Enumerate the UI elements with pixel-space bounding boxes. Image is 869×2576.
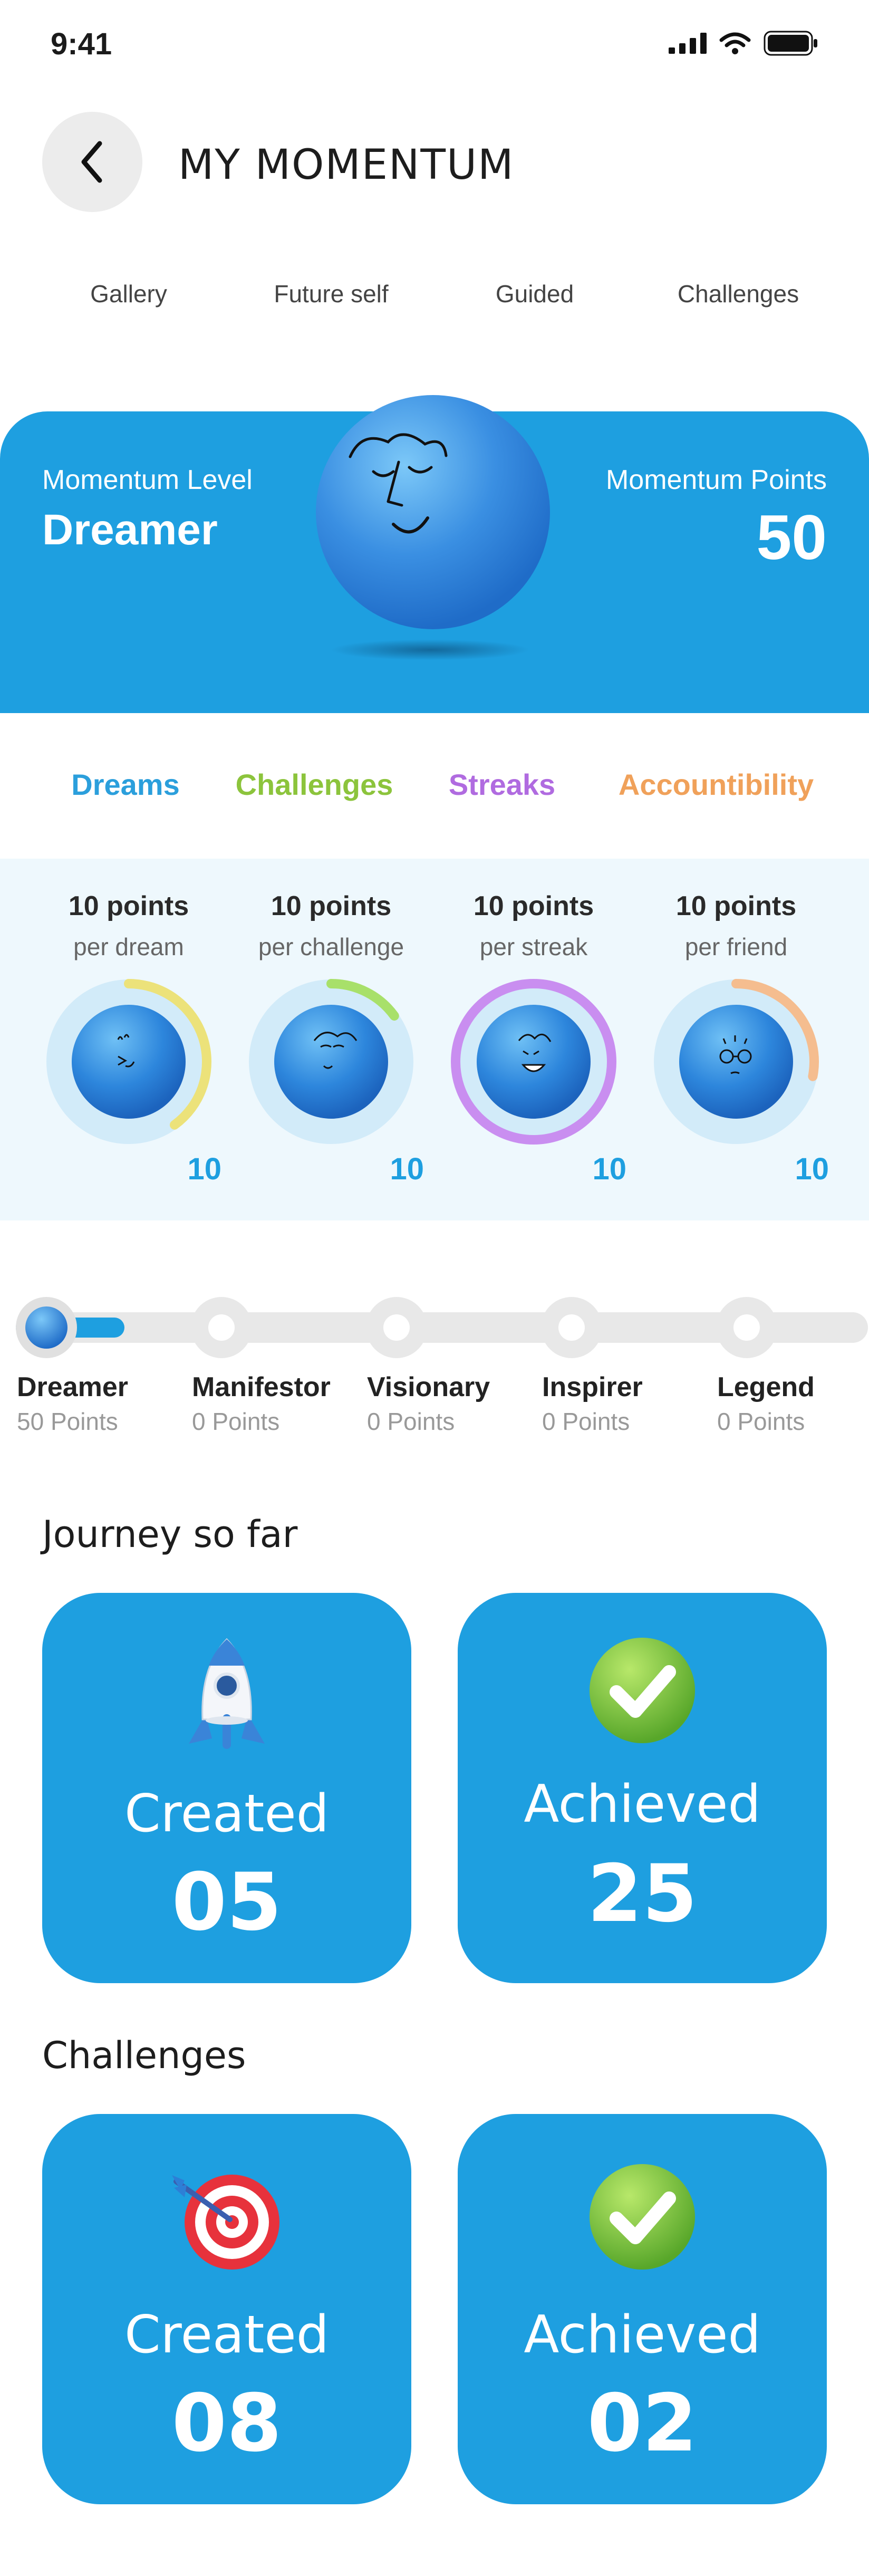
node-dot — [208, 1314, 235, 1341]
points-value: 10 — [187, 1152, 221, 1186]
checkmark-icon-wrap — [458, 2161, 827, 2272]
progress-ring — [451, 979, 616, 1145]
level-node-visionary[interactable] — [366, 1297, 427, 1358]
level-node-dreamer[interactable] — [16, 1297, 77, 1358]
category-dreams[interactable]: Dreams — [71, 767, 179, 802]
journey-achieved-value: 25 — [587, 1848, 698, 1940]
tab-guided[interactable]: Guided — [496, 280, 574, 308]
level-name-manifestor: Manifestor — [192, 1372, 331, 1402]
checkmark-badge-icon — [590, 2164, 695, 2270]
battery-icon — [764, 31, 817, 56]
points-card-dream: 10 points per dream 10 — [34, 859, 224, 1220]
cellular-signal-icon — [669, 33, 707, 54]
journey-created-value: 05 — [171, 1857, 282, 1948]
category-streaks[interactable]: Streaks — [449, 767, 555, 802]
points-panel: 10 points per dream 10 10 points per cha… — [0, 859, 869, 1220]
mascot-ball — [274, 1005, 388, 1119]
chevron-left-icon — [81, 141, 102, 183]
target-dart-icon — [172, 2175, 279, 2270]
level-points-inspirer: 0 Points — [542, 1408, 630, 1435]
points-title: 10 points — [473, 891, 594, 921]
challenges-created-label: Created — [124, 2305, 329, 2365]
points-subtitle: per friend — [684, 933, 788, 960]
points-title: 10 points — [271, 891, 392, 921]
tab-bar: Gallery Future self Guided Challenges — [0, 280, 869, 313]
journey-section-title: Journey so far — [42, 1513, 298, 1556]
progress-ring — [249, 979, 413, 1144]
mascot-ball — [477, 1005, 591, 1119]
challenges-achieved-label: Achieved — [524, 2305, 761, 2365]
node-dot — [558, 1314, 585, 1341]
level-node-manifestor[interactable] — [191, 1297, 252, 1358]
mascot-ball — [72, 1005, 186, 1119]
progress-ring — [654, 979, 819, 1144]
level-points-dreamer: 50 Points — [17, 1408, 118, 1435]
node-dot — [383, 1314, 410, 1341]
checkmark-badge-icon — [590, 1638, 695, 1743]
challenges-created-card[interactable]: Created 08 — [42, 2114, 411, 2504]
points-card-streak: 10 points per streak 10 — [439, 859, 629, 1220]
level-name-inspirer: Inspirer — [542, 1372, 643, 1402]
momentum-points-value: 50 — [756, 502, 827, 573]
momentum-hero-card: Momentum Level Dreamer Momentum Points 5… — [0, 395, 869, 713]
level-node-legend[interactable] — [716, 1297, 777, 1358]
wifi-icon — [719, 32, 751, 54]
journey-created-label: Created — [124, 1784, 329, 1844]
momentum-level-label: Momentum Level — [42, 465, 253, 495]
current-level-ball-icon — [25, 1306, 67, 1349]
page-title: MY MOMENTUM — [178, 141, 515, 189]
points-subtitle: per challenge — [258, 933, 404, 960]
challenges-created-value: 08 — [171, 2378, 282, 2469]
journey-achieved-card[interactable]: Achieved 25 — [458, 1593, 827, 1983]
tab-challenges[interactable]: Challenges — [678, 280, 799, 308]
level-points-manifestor: 0 Points — [192, 1408, 280, 1435]
points-card-challenge: 10 points per challenge 10 — [236, 859, 426, 1220]
points-card-friend: 10 points per friend 10 — [641, 859, 831, 1220]
rocket-icon-wrap — [42, 1635, 411, 1762]
level-name-dreamer: Dreamer — [17, 1372, 129, 1402]
challenges-section-title: Challenges — [42, 2034, 246, 2077]
mascot-ball — [679, 1005, 793, 1119]
mascot-ball-icon — [316, 395, 550, 629]
points-value: 10 — [795, 1152, 829, 1186]
tab-gallery[interactable]: Gallery — [90, 280, 167, 308]
points-title: 10 points — [68, 891, 189, 921]
momentum-points-block: Momentum Points 50 — [606, 464, 827, 574]
points-subtitle: per streak — [479, 933, 588, 960]
points-title: 10 points — [675, 891, 797, 921]
momentum-level-block: Momentum Level Dreamer — [42, 464, 253, 555]
rocket-icon — [189, 1638, 265, 1749]
level-node-inspirer[interactable] — [541, 1297, 602, 1358]
target-icon-wrap — [42, 2167, 411, 2272]
points-value: 10 — [592, 1152, 626, 1186]
status-time: 9:41 — [51, 27, 112, 61]
points-value: 10 — [390, 1152, 424, 1186]
back-button[interactable] — [42, 112, 142, 212]
status-icons — [669, 31, 818, 56]
journey-created-card[interactable]: Created 05 — [42, 1593, 411, 1983]
mascot-shadow — [330, 639, 530, 660]
category-row: Dreams Challenges Streaks Accountibility — [0, 767, 869, 810]
challenges-achieved-value: 02 — [587, 2378, 698, 2469]
checkmark-icon-wrap — [458, 1635, 827, 1746]
journey-achieved-label: Achieved — [524, 1774, 761, 1834]
challenges-achieved-card[interactable]: Achieved 02 — [458, 2114, 827, 2504]
level-name-visionary: Visionary — [367, 1372, 490, 1402]
momentum-points-label: Momentum Points — [605, 465, 827, 495]
momentum-level-value: Dreamer — [42, 506, 218, 554]
category-accountibility[interactable]: Accountibility — [619, 767, 814, 802]
level-points-legend: 0 Points — [717, 1408, 805, 1435]
points-subtitle: per dream — [73, 933, 184, 960]
level-points-visionary: 0 Points — [367, 1408, 455, 1435]
node-dot — [733, 1314, 760, 1341]
progress-ring — [46, 979, 211, 1144]
level-name-legend: Legend — [717, 1372, 815, 1402]
tab-future-self[interactable]: Future self — [274, 280, 388, 308]
category-challenges[interactable]: Challenges — [236, 767, 393, 802]
